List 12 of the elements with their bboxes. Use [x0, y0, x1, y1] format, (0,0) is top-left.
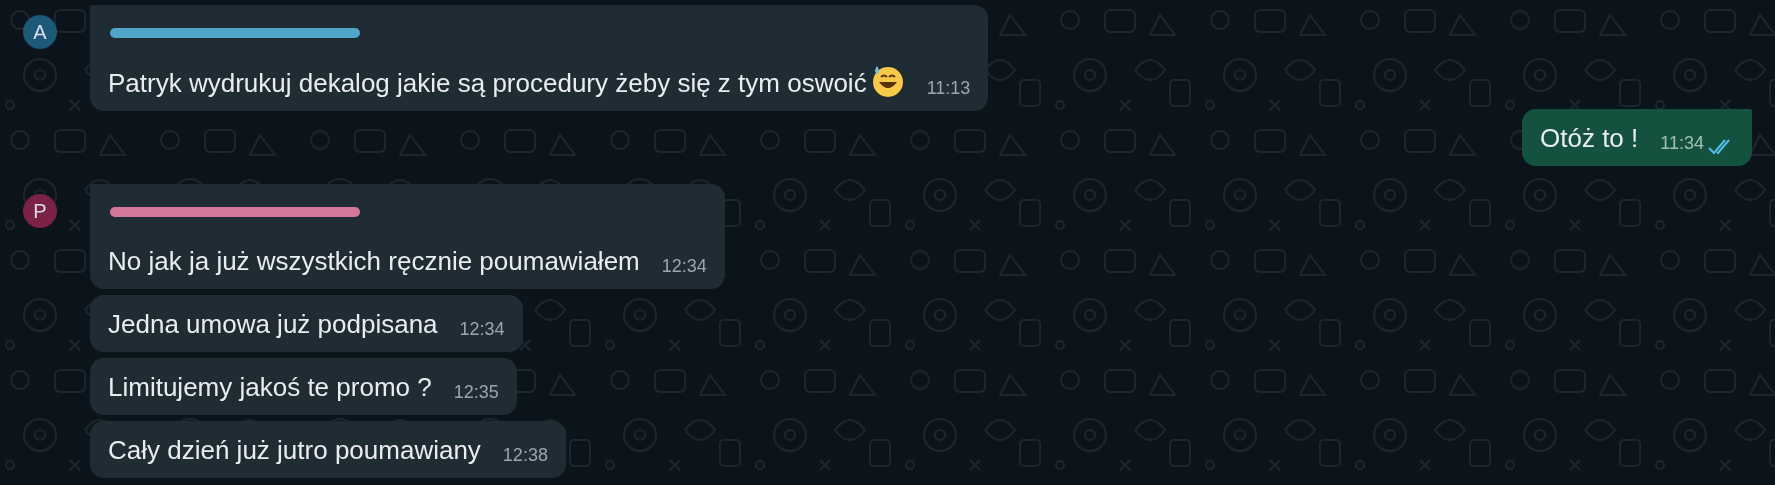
message-text: Patryk wydrukuj dekalog jakie są procedury żeby się z tym oswoić: [108, 68, 867, 98]
message-time: 12:38: [502, 444, 548, 467]
message-time: 11:34: [1660, 132, 1704, 155]
message-text: No jak ja już wszystkich ręcznie poumawiałem: [108, 246, 640, 276]
message-text: Cały dzień już jutro poumawiany: [108, 435, 481, 465]
message-time: 12:34: [661, 255, 707, 278]
message-time: 12:34: [459, 318, 505, 341]
message-time: 12:35: [453, 381, 499, 404]
message-text: Jedna umowa już podpisana: [108, 309, 438, 339]
message-time: 11:13: [926, 77, 971, 100]
message-text: Limitujemy jakoś te promo ?: [108, 372, 432, 402]
message-text: Otóż to !: [1540, 123, 1639, 153]
